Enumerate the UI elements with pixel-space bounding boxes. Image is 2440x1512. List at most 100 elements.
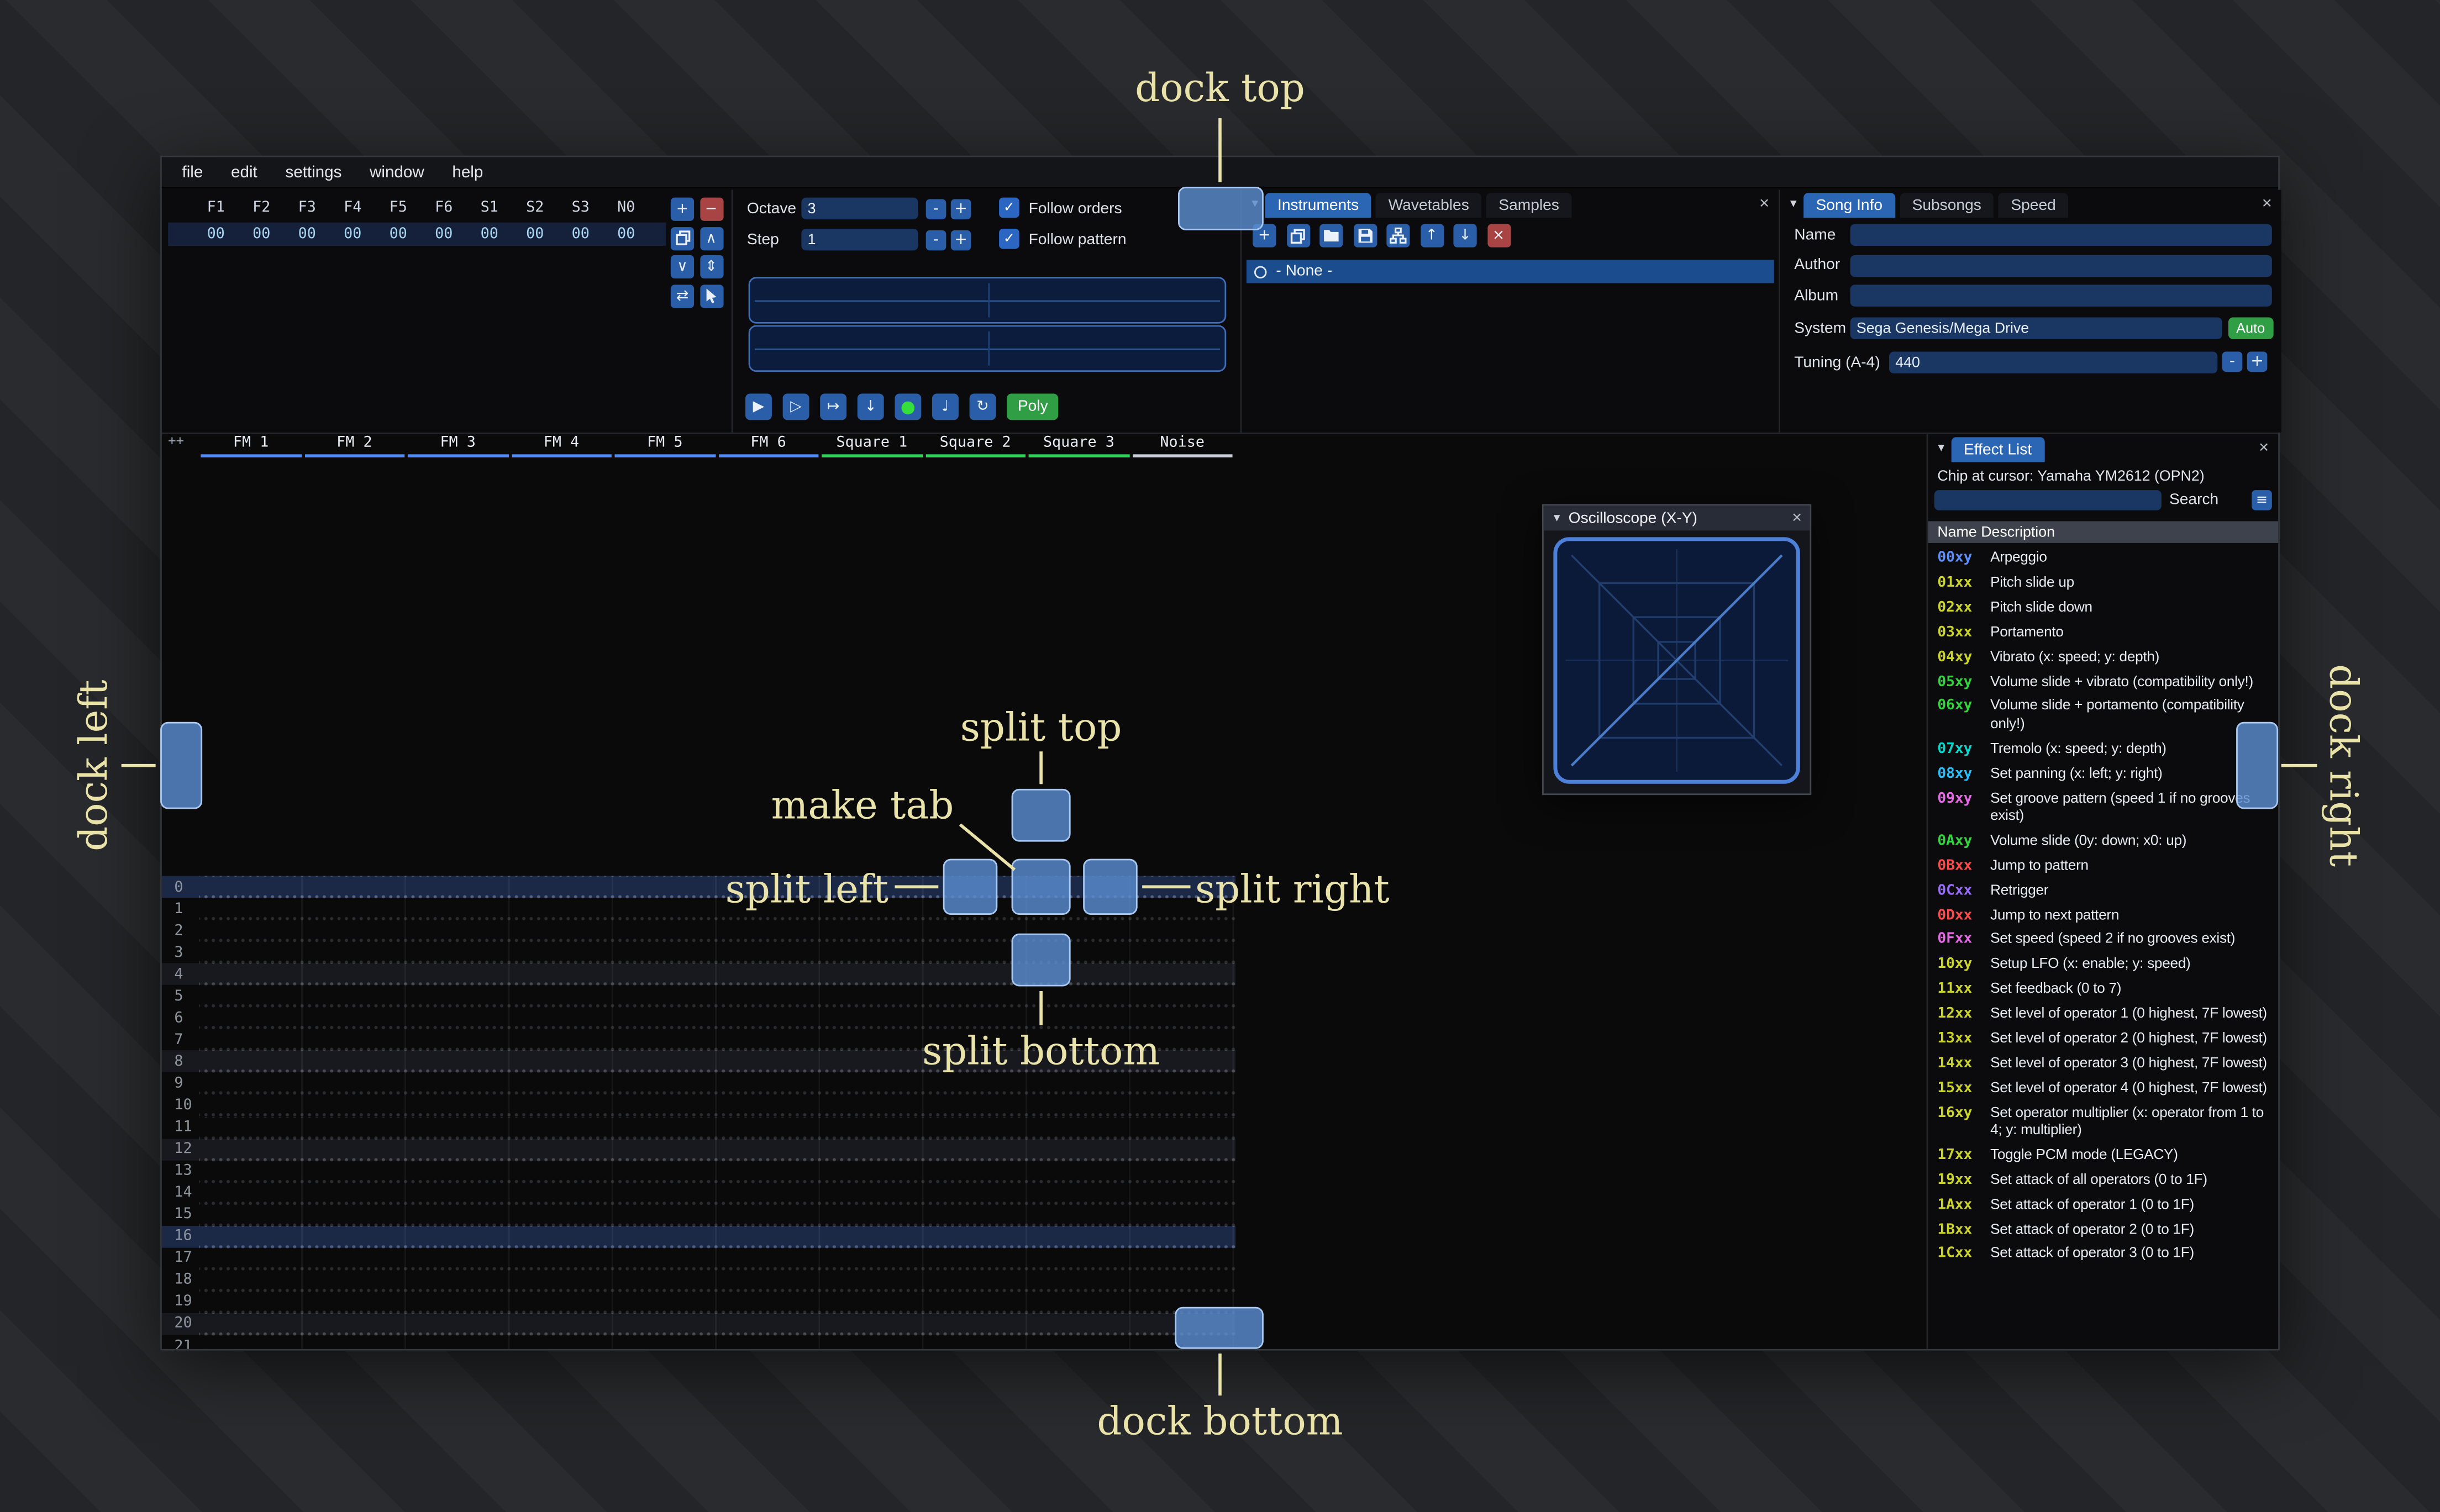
close-icon[interactable]: ×: [2259, 439, 2269, 457]
menu-item[interactable]: edit: [217, 162, 271, 181]
system-auto-button[interactable]: Auto: [2228, 317, 2273, 339]
split-target-left[interactable]: [943, 858, 998, 915]
pattern-row[interactable]: 6: [162, 1007, 1236, 1029]
order-cell[interactable]: 00: [344, 225, 390, 243]
metronome-button[interactable]: ♩: [932, 393, 959, 420]
channel-header[interactable]: FM 5: [613, 434, 717, 458]
effect-list[interactable]: 00xy Arpeggio 01xx Pitch slide up 02xx P…: [1928, 546, 2278, 1349]
pattern-row[interactable]: 5: [162, 985, 1236, 1007]
pattern-row-cells[interactable]: [199, 1072, 1236, 1095]
tuning-increase-button[interactable]: +: [2247, 351, 2268, 372]
step-row-button[interactable]: ↓: [857, 393, 884, 420]
tab-samples[interactable]: Samples: [1486, 193, 1572, 218]
poly-mono-button[interactable]: Poly: [1007, 393, 1059, 420]
channel-header[interactable]: FM 6: [717, 434, 820, 458]
tuning-input[interactable]: [1889, 351, 2218, 373]
dock-target-right[interactable]: [2236, 721, 2279, 809]
close-icon[interactable]: ×: [1792, 509, 1802, 528]
pattern-row[interactable]: 1: [162, 898, 1236, 920]
play-from-cursor-button[interactable]: ↦: [820, 393, 847, 420]
text-field[interactable]: [1850, 254, 2272, 276]
order-edit-mode-button[interactable]: [699, 283, 723, 308]
pattern-row[interactable]: 21: [162, 1335, 1236, 1349]
pattern-row[interactable]: 17: [162, 1247, 1236, 1269]
order-cell[interactable]: 00: [298, 225, 344, 243]
pattern-row-cells[interactable]: [199, 1313, 1236, 1335]
channel-header[interactable]: FM 3: [406, 434, 509, 458]
collapse-icon[interactable]: ▼: [1936, 444, 1947, 455]
pattern-row[interactable]: 9: [162, 1072, 1236, 1095]
pattern-row-cells[interactable]: [199, 1094, 1236, 1116]
split-target-right[interactable]: [1083, 858, 1138, 915]
pattern-row-cells[interactable]: [199, 1269, 1236, 1292]
pattern-row-cells[interactable]: [199, 1335, 1236, 1349]
menu-item[interactable]: file: [168, 162, 217, 181]
instrument-organize-button[interactable]: [1386, 224, 1410, 247]
channel-header[interactable]: FM 2: [303, 434, 406, 458]
order-duplicate-end-button[interactable]: ⇕: [699, 255, 723, 279]
oscilloscope-xy-titlebar[interactable]: ▼ Oscilloscope (X-Y) ×: [1543, 505, 1810, 531]
pattern-row[interactable]: 14: [162, 1182, 1236, 1204]
octave-decrease-button[interactable]: -: [925, 199, 946, 220]
order-add-button[interactable]: +: [670, 197, 695, 221]
pattern-row[interactable]: 10: [162, 1094, 1236, 1116]
step-decrease-button[interactable]: -: [925, 230, 946, 251]
instrument-move-up-button[interactable]: ↑: [1419, 224, 1444, 247]
pattern-row-cells[interactable]: [199, 1160, 1236, 1182]
split-target-top[interactable]: [1011, 788, 1071, 842]
order-move-up-button[interactable]: ∧: [699, 226, 723, 250]
collapse-icon[interactable]: ▼: [1788, 199, 1799, 210]
pattern-row-cells[interactable]: [199, 1138, 1236, 1160]
dock-target-bottom[interactable]: [1175, 1306, 1264, 1349]
pattern-row-cells[interactable]: [199, 1204, 1236, 1226]
menu-item[interactable]: window: [356, 162, 438, 181]
tab-speed[interactable]: Speed: [1998, 193, 2069, 218]
tab-effect-list[interactable]: Effect List: [1951, 437, 2044, 462]
repeat-pattern-button[interactable]: ↻: [969, 393, 996, 420]
pattern-row[interactable]: 19: [162, 1291, 1236, 1313]
menu-item[interactable]: settings: [271, 162, 356, 181]
pattern-row[interactable]: 4: [161, 963, 1236, 986]
text-field[interactable]: [1850, 224, 2272, 246]
order-move-down-button[interactable]: ∨: [670, 255, 695, 279]
instrument-move-down-button[interactable]: ↓: [1453, 224, 1477, 247]
pattern-row-cells[interactable]: [199, 985, 1236, 1007]
order-cell[interactable]: 00: [481, 225, 527, 243]
instrument-open-button[interactable]: [1319, 224, 1343, 247]
tuning-decrease-button[interactable]: -: [2222, 351, 2243, 372]
pattern-row-cells[interactable]: [199, 1291, 1236, 1313]
order-remove-button[interactable]: −: [699, 197, 723, 221]
close-icon[interactable]: ×: [1759, 194, 1769, 213]
tab-subsongs[interactable]: Subsongs: [1900, 193, 1994, 218]
channel-header[interactable]: FM 1: [199, 434, 302, 458]
order-cell[interactable]: 00: [390, 225, 435, 243]
pattern-row[interactable]: 12: [161, 1138, 1236, 1160]
hamburger-icon[interactable]: ≡: [2252, 490, 2272, 510]
effect-search-input[interactable]: [1934, 490, 2162, 510]
order-cell[interactable]: 00: [617, 225, 663, 243]
order-cell[interactable]: 00: [572, 225, 618, 243]
menu-item[interactable]: help: [438, 162, 497, 181]
pattern-row[interactable]: 16: [161, 1225, 1236, 1248]
close-icon[interactable]: ×: [2262, 194, 2272, 213]
order-cell[interactable]: 00: [253, 225, 298, 243]
instrument-delete-button[interactable]: ×: [1487, 224, 1511, 247]
tab-song-info[interactable]: Song Info: [1803, 193, 1895, 218]
instrument-list-item-none[interactable]: - None -: [1246, 260, 1774, 283]
pattern-row[interactable]: 0: [161, 876, 1236, 898]
octave-input[interactable]: [801, 197, 918, 220]
order-cell[interactable]: 00: [435, 225, 481, 243]
tab-instruments[interactable]: Instruments: [1265, 193, 1371, 218]
pattern-row[interactable]: 13: [162, 1160, 1236, 1182]
follow-pattern-checkbox[interactable]: ✓: [999, 229, 1019, 249]
tab-wavetables[interactable]: Wavetables: [1376, 193, 1482, 218]
pattern-corner-add-buttons[interactable]: ++: [162, 434, 199, 457]
pattern-row-cells[interactable]: [199, 1007, 1236, 1029]
channel-header[interactable]: Square 2: [923, 434, 1027, 458]
pattern-row-cells[interactable]: [199, 941, 1236, 963]
pattern-row[interactable]: 18: [162, 1269, 1236, 1292]
pattern-row-cells[interactable]: [199, 919, 1236, 942]
edit-record-toggle-button[interactable]: ●: [895, 393, 922, 420]
play-pattern-button[interactable]: ▷: [782, 393, 809, 420]
pattern-row[interactable]: 11: [162, 1116, 1236, 1139]
